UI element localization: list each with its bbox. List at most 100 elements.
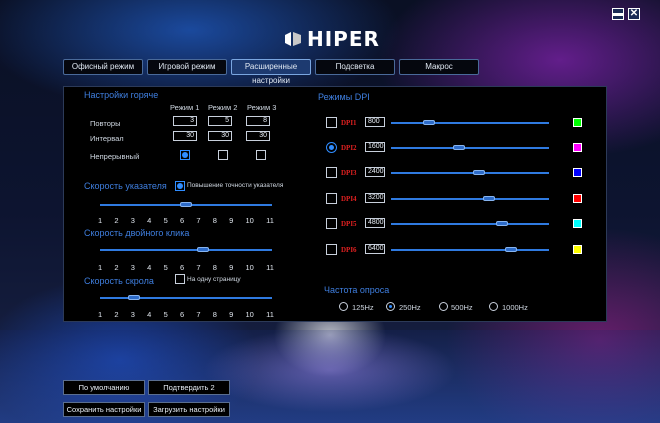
- tick-label: 10: [245, 310, 254, 319]
- tab-office-mode[interactable]: Офисный режим: [63, 59, 143, 75]
- tick-label: 3: [130, 310, 135, 319]
- dpi-3-value[interactable]: 2400: [365, 167, 385, 177]
- dpi-5-track[interactable]: [391, 223, 549, 225]
- dpi-6-thumb[interactable]: [505, 247, 518, 252]
- polling-1000-label: 1000Hz: [502, 303, 528, 312]
- tick-label: 9: [229, 216, 234, 225]
- scroll-speed-ticks: 1 2 3 4 5 6 7 8 9 10 11: [98, 310, 274, 319]
- tick-label: 6: [179, 310, 185, 319]
- pointer-precision-label: Повышение точности указателя: [187, 182, 284, 189]
- dpi-4-select[interactable]: [326, 193, 337, 204]
- dpi-4-value[interactable]: 3200: [365, 193, 385, 203]
- dpi-6-value[interactable]: 6400: [365, 244, 385, 254]
- polling-500-label: 500Hz: [451, 303, 473, 312]
- tick-label: 1: [98, 310, 103, 319]
- repeats-mode-3-input[interactable]: 8: [246, 116, 270, 126]
- scroll-speed-thumb[interactable]: [128, 295, 141, 300]
- dpi-6-color-swatch[interactable]: [573, 245, 582, 254]
- dpi-5-label: DPI5: [341, 220, 357, 228]
- tab-bar: Офисный режим Игровой режим Расширенные …: [63, 59, 479, 85]
- dpi-3-track[interactable]: [391, 172, 549, 174]
- tick-label: 8: [212, 263, 217, 272]
- dpi-4-label: DPI4: [341, 195, 357, 203]
- tick-label: 6: [179, 263, 185, 272]
- close-button[interactable]: ✕: [628, 8, 640, 20]
- scroll-speed-title: Скорость скрола: [84, 276, 154, 286]
- dpi-4-track[interactable]: [391, 198, 549, 200]
- logo-text: HIPER: [307, 27, 380, 51]
- tick-label: 2: [114, 263, 119, 272]
- tab-advanced-settings[interactable]: Расширенные настройки: [231, 59, 311, 85]
- polling-1000-radio[interactable]: [489, 302, 498, 311]
- dpi-2-thumb[interactable]: [452, 145, 465, 150]
- tab-lighting[interactable]: Подсветка: [315, 59, 395, 75]
- polling-rate-title: Частота опроса: [324, 285, 390, 295]
- dpi-2-label: DPI2: [341, 144, 357, 152]
- interval-mode-3-input[interactable]: 30: [246, 131, 270, 141]
- dpi-1-thumb[interactable]: [422, 120, 435, 125]
- dpi-1-track[interactable]: [391, 122, 549, 124]
- double-click-thumb[interactable]: [197, 247, 210, 252]
- dpi-5-color-swatch[interactable]: [573, 219, 582, 228]
- polling-125-radio[interactable]: [339, 302, 348, 311]
- interval-mode-1-input[interactable]: 30: [173, 131, 197, 141]
- dpi-3-thumb[interactable]: [473, 170, 486, 175]
- tab-game-mode[interactable]: Игровой режим: [147, 59, 227, 75]
- continuous-label: Непрерывный: [90, 152, 140, 161]
- dpi-3-color-swatch[interactable]: [573, 168, 582, 177]
- scroll-speed-track[interactable]: [100, 297, 272, 299]
- dpi-4-thumb[interactable]: [482, 196, 495, 201]
- tab-macro[interactable]: Макрос: [399, 59, 479, 75]
- dpi-5-value[interactable]: 4800: [365, 218, 385, 228]
- dpi-modes-title: Режимы DPI: [318, 92, 370, 102]
- minimize-button[interactable]: ▬: [612, 8, 624, 20]
- settings-panel: Настройки горяче Режим 1 Режим 2 Режим 3…: [63, 86, 607, 322]
- dpi-1-value[interactable]: 800: [365, 117, 385, 127]
- double-click-ticks: 1 2 3 4 5 6 7 8 9 10 11: [98, 263, 274, 272]
- tick-label: 11: [266, 216, 274, 225]
- tick-label: 7: [196, 263, 201, 272]
- dpi-5-thumb[interactable]: [495, 221, 508, 226]
- one-page-checkbox[interactable]: [175, 274, 185, 284]
- polling-500-radio[interactable]: [439, 302, 448, 311]
- dpi-1-label: DPI1: [341, 119, 357, 127]
- tick-label: 8: [212, 310, 217, 319]
- dpi-1-select[interactable]: [326, 117, 337, 128]
- tick-label: 4: [147, 263, 152, 272]
- dpi-2-value[interactable]: 1600: [365, 142, 385, 152]
- pointer-speed-title: Скорость указателя: [84, 181, 167, 191]
- polling-250-radio[interactable]: [386, 302, 395, 311]
- tick-label: 7: [196, 310, 201, 319]
- pointer-precision-checkbox[interactable]: [175, 181, 185, 191]
- continuous-mode-1-checkbox[interactable]: [180, 150, 190, 160]
- repeats-mode-1-input[interactable]: 3: [173, 116, 197, 126]
- confirm-button[interactable]: Подтвердить 2: [148, 380, 230, 395]
- tick-label: 2: [114, 310, 119, 319]
- tick-label: 5: [163, 216, 168, 225]
- dpi-2-color-swatch[interactable]: [573, 143, 582, 152]
- dpi-3-select[interactable]: [326, 167, 337, 178]
- dpi-1-color-swatch[interactable]: [573, 118, 582, 127]
- dpi-6-track[interactable]: [391, 249, 549, 251]
- dpi-2-select[interactable]: [326, 142, 337, 153]
- tick-label: 5: [163, 310, 168, 319]
- load-settings-button[interactable]: Загрузить настройки: [148, 402, 230, 417]
- interval-mode-2-input[interactable]: 30: [208, 131, 232, 141]
- dpi-5-select[interactable]: [326, 218, 337, 229]
- tick-label: 7: [196, 216, 201, 225]
- dpi-6-select[interactable]: [326, 244, 337, 255]
- pointer-speed-thumb[interactable]: [180, 202, 192, 207]
- repeats-mode-2-input[interactable]: 5: [208, 116, 232, 126]
- tick-label: 9: [229, 310, 234, 319]
- dpi-2-track[interactable]: [391, 147, 549, 149]
- default-button[interactable]: По умолчанию: [63, 380, 145, 395]
- save-settings-button[interactable]: Сохранить настройки: [63, 402, 145, 417]
- continuous-mode-3-checkbox[interactable]: [256, 150, 266, 160]
- continuous-mode-2-checkbox[interactable]: [218, 150, 228, 160]
- tick-label: 11: [266, 263, 274, 272]
- logo: HIPER: [283, 26, 380, 52]
- double-click-track[interactable]: [100, 249, 272, 251]
- tick-label: 10: [245, 216, 254, 225]
- dpi-4-color-swatch[interactable]: [573, 194, 582, 203]
- tick-label: 4: [147, 310, 152, 319]
